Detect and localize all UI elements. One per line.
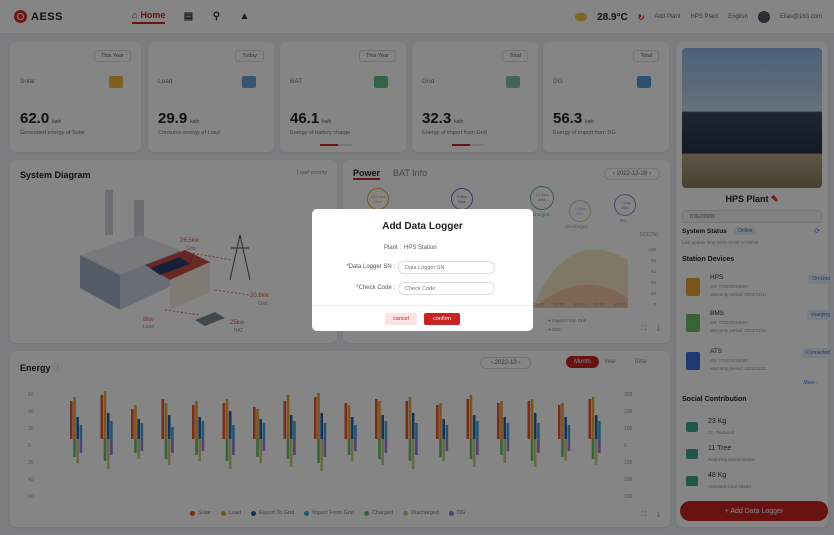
add-data-logger-dialog: Add Data Logger Plant : HPS Station *Dat… [312,209,533,331]
dialog-title: Add Data Logger [382,221,463,232]
dialog-divider [312,305,533,306]
code-label: *Check Code : [356,285,395,291]
code-label-text: Check Code : [358,285,395,291]
sn-label-text: Data Logger SN : [348,264,395,270]
sn-label: *Data Logger SN : [346,264,395,270]
data-logger-sn-input[interactable] [398,261,495,274]
cancel-button[interactable]: cancel [385,313,417,325]
plant-label: Plant : [383,245,401,251]
check-code-input[interactable] [398,282,495,295]
confirm-button[interactable]: confirm [424,313,460,325]
plant-value: HPS Station [404,245,437,251]
